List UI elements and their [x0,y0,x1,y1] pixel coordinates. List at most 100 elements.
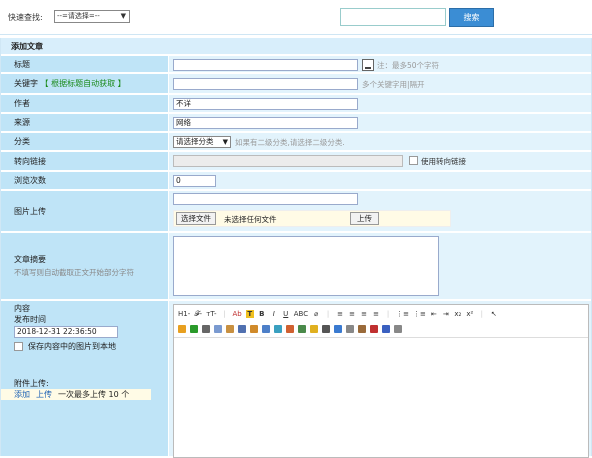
publish-time-input[interactable]: 2018-12-31 22:36:50 [14,326,118,338]
chevron-down-icon: ▼ [120,12,126,20]
color-picker-icon[interactable] [362,59,374,71]
keywords-hint: 多个关键字用|隔开 [362,80,425,89]
toolbar-icon[interactable] [322,325,330,333]
source-input[interactable]: 网络 [173,117,358,129]
row-summary: 文章摘要 不填写则自动截取正文开始部分字符 [1,233,591,300]
title-hint: 注：最多50个字符 [377,61,440,70]
publish-time-label: 发布时间 [14,315,46,324]
row-keywords: 关键字 【 根据标题自动获取 】 多个关键字用|隔开 [1,74,591,94]
toolbar-button[interactable]: ≡ [348,310,356,318]
author-input[interactable]: 不详 [173,98,358,110]
toolbar-icon[interactable] [250,325,258,333]
toolbar-button[interactable]: ≡ [336,310,344,318]
toolbar-icon[interactable] [190,325,198,333]
image-upload-label: 图片上传 [14,206,46,216]
search-bar: 快速查找: --=请选择=-- ▼ 搜索 [0,0,592,33]
toolbar-icon[interactable] [262,325,270,333]
title-label: 标题 [1,56,168,72]
toolbar-button[interactable]: ⇥ [442,310,450,318]
summary-sublabel: 不填写则自动截取正文开始部分字符 [14,268,134,277]
toolbar-icon[interactable] [346,325,354,333]
search-input[interactable] [340,8,446,26]
toolbar-icon[interactable] [334,325,342,333]
toolbar-separator: | [386,310,390,318]
toolbar-separator: | [480,310,484,318]
toolbar-icon[interactable] [214,325,222,333]
toolbar-icon[interactable] [370,325,378,333]
rich-text-editor[interactable]: H1- 𝓕-тT- | Ab T B I U ABC ⌀ | ≡ ≡ ≡ ≡ | ⋮≡ ⋮≡ ⇤ ⇥ x₂ x² | ↖ [173,304,589,458]
add-article-form: 添加文章 标题 注：最多50个字符 关键字 【 根据标题自动获取 】 多个关键字… [0,38,592,458]
toolbar-icon[interactable] [202,325,210,333]
toolbar-button[interactable]: T [245,310,254,318]
editor-toolbar-1: H1- 𝓕-тT- | Ab T B I U ABC ⌀ | ≡ ≡ ≡ ≡ | ⋮≡ ⋮≡ ⇤ ⇥ x₂ x² | ↖ [174,307,588,321]
toolbar-button[interactable]: ⇤ [430,310,438,318]
form-header: 添加文章 [1,38,591,55]
toolbar-button[interactable]: B [258,310,266,318]
category-hint: 如果有二级分类,请选择二级分类. [235,138,345,147]
toolbar-button[interactable]: тT- [206,310,216,318]
search-button[interactable]: 搜索 [449,8,494,27]
image-path-input[interactable] [173,193,358,205]
toolbar-icon[interactable] [178,325,186,333]
toolbar-icon[interactable] [358,325,366,333]
toolbar-button[interactable]: Ab [233,310,242,318]
toolbar-icon[interactable] [274,325,282,333]
toolbar-button[interactable]: 𝓕- [194,310,202,319]
toolbar-button[interactable]: x² [466,310,474,318]
attach-add-link[interactable]: 添加 [14,389,30,400]
toolbar-icon[interactable] [394,325,402,333]
title-input[interactable] [173,59,358,71]
row-redirect: 转向链接 使用转向链接 [1,152,591,171]
source-label: 来源 [14,118,30,127]
upload-image-button[interactable]: 上传 [350,212,379,225]
redirect-checkbox[interactable] [409,156,418,165]
toolbar-icon[interactable] [298,325,306,333]
file-upload-box: 选择文件 未选择任何文件 上传 [173,210,451,227]
toolbar-button[interactable]: ≡ [360,310,368,318]
search-select-value: --=请选择=-- [57,12,100,20]
row-image-upload: 图片上传 选择文件 未选择任何文件 上传 [1,191,591,232]
toolbar-button[interactable]: U [282,310,290,318]
keywords-input[interactable] [173,78,358,90]
row-category: 分类 请选择分类 ▼ 如果有二级分类,请选择二级分类. [1,133,591,151]
toolbar-separator: | [326,310,330,318]
toolbar-button[interactable]: ↖ [490,310,498,318]
row-author: 作者 不详 [1,95,591,113]
toolbar-icon[interactable] [382,325,390,333]
toolbar-button[interactable]: ABC [294,310,308,318]
toolbar-icon[interactable] [310,325,318,333]
divider [174,337,588,338]
category-select[interactable]: 请选择分类 ▼ [173,136,231,148]
toolbar-separator: | [223,310,226,318]
keywords-label: 关键字 [14,79,38,88]
search-label: 快速查找: [8,13,43,22]
divider [0,34,592,35]
redirect-checkbox-label: 使用转向链接 [421,157,466,166]
toolbar-button[interactable]: ⋮≡ [413,310,426,318]
toolbar-button[interactable]: ≡ [372,310,380,318]
no-file-text: 未选择任何文件 [224,215,277,224]
toolbar-icon[interactable] [226,325,234,333]
attach-hint: 一次最多上传 10 个 [58,390,130,399]
author-label: 作者 [14,99,30,108]
views-input[interactable]: 0 [173,175,216,187]
summary-textarea[interactable] [173,236,439,296]
save-images-checkbox[interactable] [14,342,23,351]
toolbar-icon[interactable] [238,325,246,333]
chevron-down-icon: ▼ [222,138,228,146]
category-label: 分类 [14,137,30,146]
attach-upload-link[interactable]: 上传 [36,389,52,400]
toolbar-button[interactable]: x₂ [454,310,462,318]
toolbar-button[interactable]: ⌀ [312,310,320,318]
toolbar-button[interactable]: H1- [178,310,190,318]
search-category-select[interactable]: --=请选择=-- ▼ [54,10,130,23]
toolbar-button[interactable]: ⋮≡ [396,310,409,318]
redirect-input[interactable] [173,155,403,167]
choose-file-button[interactable]: 选择文件 [176,212,216,225]
toolbar-button[interactable]: I [270,310,278,318]
summary-label: 文章摘要 [14,255,46,264]
auto-get-keywords-link[interactable]: 【 根据标题自动获取 】 [41,79,126,88]
save-images-label: 保存内容中的图片到本地 [28,342,116,351]
toolbar-icon[interactable] [286,325,294,333]
views-label: 浏览次数 [14,176,46,185]
